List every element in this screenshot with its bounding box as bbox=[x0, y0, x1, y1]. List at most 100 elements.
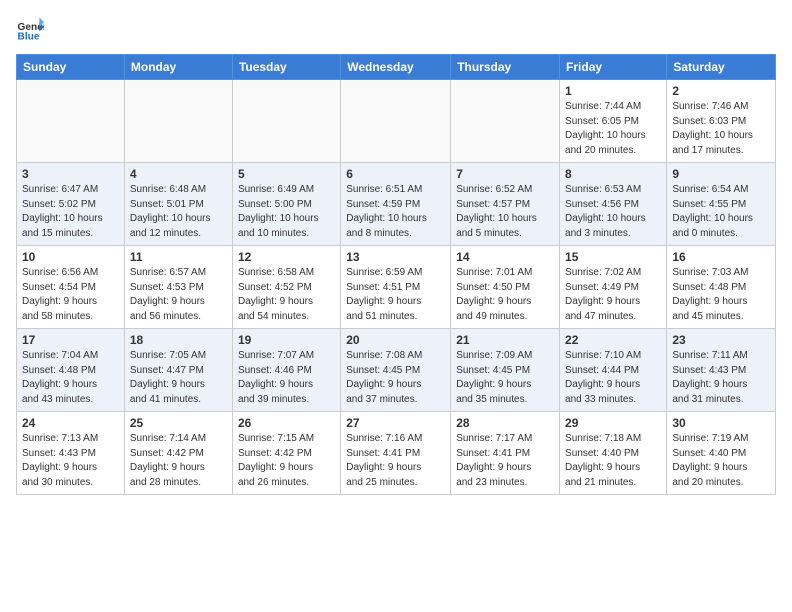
day-info: Sunrise: 6:51 AM Sunset: 4:59 PM Dayligh… bbox=[346, 183, 445, 241]
day-info: Sunrise: 7:08 AM Sunset: 4:45 PM Dayligh… bbox=[346, 349, 445, 407]
day-info: Sunrise: 7:18 AM Sunset: 4:40 PM Dayligh… bbox=[565, 432, 661, 490]
day-info: Sunrise: 7:10 AM Sunset: 4:44 PM Dayligh… bbox=[565, 349, 661, 407]
day-number: 18 bbox=[130, 333, 227, 347]
day-number: 13 bbox=[346, 250, 445, 264]
day-info: Sunrise: 7:04 AM Sunset: 4:48 PM Dayligh… bbox=[22, 349, 119, 407]
day-number: 30 bbox=[672, 416, 770, 430]
calendar-cell: 17Sunrise: 7:04 AM Sunset: 4:48 PM Dayli… bbox=[17, 329, 125, 412]
calendar-cell: 5 Sunrise: 6:49 AM Sunset: 5:00 PM Daylig… bbox=[232, 163, 340, 246]
calendar-cell: 19Sunrise: 7:07 AM Sunset: 4:46 PM Dayli… bbox=[232, 329, 340, 412]
day-number: 3 bbox=[22, 167, 119, 181]
calendar-table: SundayMondayTuesdayWednesdayThursdayFrid… bbox=[16, 54, 776, 495]
day-info: Sunrise: 7:05 AM Sunset: 4:47 PM Dayligh… bbox=[130, 349, 227, 407]
day-number: 1 bbox=[565, 84, 661, 98]
calendar-cell: 8 Sunrise: 6:53 AM Sunset: 4:56 PM Daylig… bbox=[560, 163, 667, 246]
day-info: Sunrise: 7:02 AM Sunset: 4:49 PM Dayligh… bbox=[565, 266, 661, 324]
day-number: 8 bbox=[565, 167, 661, 181]
svg-text:Blue: Blue bbox=[18, 31, 40, 42]
logo-icon: General Blue bbox=[16, 16, 44, 44]
calendar-week-3: 10 Sunrise: 6:56 AM Sunset: 4:54 PM Dayli… bbox=[17, 246, 776, 329]
day-info: Sunrise: 7:13 AM Sunset: 4:43 PM Dayligh… bbox=[22, 432, 119, 490]
calendar-cell: 20 Sunrise: 7:08 AM Sunset: 4:45 PM Dayli… bbox=[341, 329, 451, 412]
day-info: Sunrise: 6:57 AM Sunset: 4:53 PM Dayligh… bbox=[130, 266, 227, 324]
day-info: Sunrise: 7:16 AM Sunset: 4:41 PM Dayligh… bbox=[346, 432, 445, 490]
calendar-cell: 7 Sunrise: 6:52 AM Sunset: 4:57 PM Daylig… bbox=[451, 163, 560, 246]
day-info: Sunrise: 7:09 AM Sunset: 4:45 PM Dayligh… bbox=[456, 349, 554, 407]
day-number: 21 bbox=[456, 333, 554, 347]
calendar-cell: 26Sunrise: 7:15 AM Sunset: 4:42 PM Dayli… bbox=[232, 412, 340, 495]
weekday-header-sunday: Sunday bbox=[17, 55, 125, 80]
calendar-cell: 28Sunrise: 7:17 AM Sunset: 4:41 PM Dayli… bbox=[451, 412, 560, 495]
day-number: 14 bbox=[456, 250, 554, 264]
calendar-cell: 24 Sunrise: 7:13 AM Sunset: 4:43 PM Dayli… bbox=[17, 412, 125, 495]
day-number: 25 bbox=[130, 416, 227, 430]
calendar-cell: 12Sunrise: 6:58 AM Sunset: 4:52 PM Dayli… bbox=[232, 246, 340, 329]
day-number: 16 bbox=[672, 250, 770, 264]
calendar-cell: 1 Sunrise: 7:44 AM Sunset: 6:05 PM Daylig… bbox=[560, 80, 667, 163]
day-number: 10 bbox=[22, 250, 119, 264]
calendar-week-5: 24 Sunrise: 7:13 AM Sunset: 4:43 PM Dayli… bbox=[17, 412, 776, 495]
weekday-header-thursday: Thursday bbox=[451, 55, 560, 80]
day-number: 2 bbox=[672, 84, 770, 98]
weekday-header-wednesday: Wednesday bbox=[341, 55, 451, 80]
day-info: Sunrise: 6:48 AM Sunset: 5:01 PM Dayligh… bbox=[130, 183, 227, 241]
logo: General Blue bbox=[16, 16, 44, 44]
calendar-cell: 30 Sunrise: 7:19 AM Sunset: 4:40 PM Dayli… bbox=[667, 412, 776, 495]
day-number: 24 bbox=[22, 416, 119, 430]
day-info: Sunrise: 7:07 AM Sunset: 4:46 PM Dayligh… bbox=[238, 349, 335, 407]
day-info: Sunrise: 7:03 AM Sunset: 4:48 PM Dayligh… bbox=[672, 266, 770, 324]
calendar-cell: 13 Sunrise: 6:59 AM Sunset: 4:51 PM Dayli… bbox=[341, 246, 451, 329]
calendar-cell: 21 Sunrise: 7:09 AM Sunset: 4:45 PM Dayli… bbox=[451, 329, 560, 412]
day-number: 22 bbox=[565, 333, 661, 347]
calendar-cell: 14 Sunrise: 7:01 AM Sunset: 4:50 PM Dayli… bbox=[451, 246, 560, 329]
day-info: Sunrise: 6:49 AM Sunset: 5:00 PM Dayligh… bbox=[238, 183, 335, 241]
calendar-cell: 2Sunrise: 7:46 AM Sunset: 6:03 PM Daylig… bbox=[667, 80, 776, 163]
calendar-cell: 22 Sunrise: 7:10 AM Sunset: 4:44 PM Dayli… bbox=[560, 329, 667, 412]
day-number: 20 bbox=[346, 333, 445, 347]
day-number: 23 bbox=[672, 333, 770, 347]
weekday-header-monday: Monday bbox=[124, 55, 232, 80]
day-number: 29 bbox=[565, 416, 661, 430]
weekday-header-friday: Friday bbox=[560, 55, 667, 80]
day-info: Sunrise: 7:19 AM Sunset: 4:40 PM Dayligh… bbox=[672, 432, 770, 490]
calendar-cell: 23 Sunrise: 7:11 AM Sunset: 4:43 PM Dayli… bbox=[667, 329, 776, 412]
calendar-cell: 6Sunrise: 6:51 AM Sunset: 4:59 PM Daylig… bbox=[341, 163, 451, 246]
day-info: Sunrise: 6:54 AM Sunset: 4:55 PM Dayligh… bbox=[672, 183, 770, 241]
day-info: Sunrise: 7:44 AM Sunset: 6:05 PM Dayligh… bbox=[565, 100, 661, 158]
calendar-cell: 11 Sunrise: 6:57 AM Sunset: 4:53 PM Dayli… bbox=[124, 246, 232, 329]
day-info: Sunrise: 6:59 AM Sunset: 4:51 PM Dayligh… bbox=[346, 266, 445, 324]
day-info: Sunrise: 7:01 AM Sunset: 4:50 PM Dayligh… bbox=[456, 266, 554, 324]
day-number: 15 bbox=[565, 250, 661, 264]
weekday-header-saturday: Saturday bbox=[667, 55, 776, 80]
day-info: Sunrise: 6:52 AM Sunset: 4:57 PM Dayligh… bbox=[456, 183, 554, 241]
day-info: Sunrise: 6:56 AM Sunset: 4:54 PM Dayligh… bbox=[22, 266, 119, 324]
calendar-cell: 16 Sunrise: 7:03 AM Sunset: 4:48 PM Dayli… bbox=[667, 246, 776, 329]
calendar-week-4: 17Sunrise: 7:04 AM Sunset: 4:48 PM Dayli… bbox=[17, 329, 776, 412]
day-number: 5 bbox=[238, 167, 335, 181]
calendar-week-1: 1 Sunrise: 7:44 AM Sunset: 6:05 PM Daylig… bbox=[17, 80, 776, 163]
calendar-cell: 10 Sunrise: 6:56 AM Sunset: 4:54 PM Dayli… bbox=[17, 246, 125, 329]
calendar-cell: 15 Sunrise: 7:02 AM Sunset: 4:49 PM Dayli… bbox=[560, 246, 667, 329]
day-info: Sunrise: 7:14 AM Sunset: 4:42 PM Dayligh… bbox=[130, 432, 227, 490]
calendar-cell: 18 Sunrise: 7:05 AM Sunset: 4:47 PM Dayli… bbox=[124, 329, 232, 412]
calendar-cell: 29 Sunrise: 7:18 AM Sunset: 4:40 PM Dayli… bbox=[560, 412, 667, 495]
day-number: 4 bbox=[130, 167, 227, 181]
day-info: Sunrise: 7:11 AM Sunset: 4:43 PM Dayligh… bbox=[672, 349, 770, 407]
calendar-week-2: 3Sunrise: 6:47 AM Sunset: 5:02 PM Daylig… bbox=[17, 163, 776, 246]
day-number: 27 bbox=[346, 416, 445, 430]
day-number: 7 bbox=[456, 167, 554, 181]
day-number: 28 bbox=[456, 416, 554, 430]
calendar-cell: 9 Sunrise: 6:54 AM Sunset: 4:55 PM Daylig… bbox=[667, 163, 776, 246]
calendar-cell bbox=[124, 80, 232, 163]
day-number: 9 bbox=[672, 167, 770, 181]
day-info: Sunrise: 7:15 AM Sunset: 4:42 PM Dayligh… bbox=[238, 432, 335, 490]
day-number: 11 bbox=[130, 250, 227, 264]
weekday-header-tuesday: Tuesday bbox=[232, 55, 340, 80]
calendar-cell: 4 Sunrise: 6:48 AM Sunset: 5:01 PM Daylig… bbox=[124, 163, 232, 246]
calendar-cell: 3Sunrise: 6:47 AM Sunset: 5:02 PM Daylig… bbox=[17, 163, 125, 246]
calendar-cell: 25 Sunrise: 7:14 AM Sunset: 4:42 PM Dayli… bbox=[124, 412, 232, 495]
calendar-cell bbox=[341, 80, 451, 163]
calendar-cell: 27 Sunrise: 7:16 AM Sunset: 4:41 PM Dayli… bbox=[341, 412, 451, 495]
day-info: Sunrise: 6:53 AM Sunset: 4:56 PM Dayligh… bbox=[565, 183, 661, 241]
calendar-cell bbox=[17, 80, 125, 163]
